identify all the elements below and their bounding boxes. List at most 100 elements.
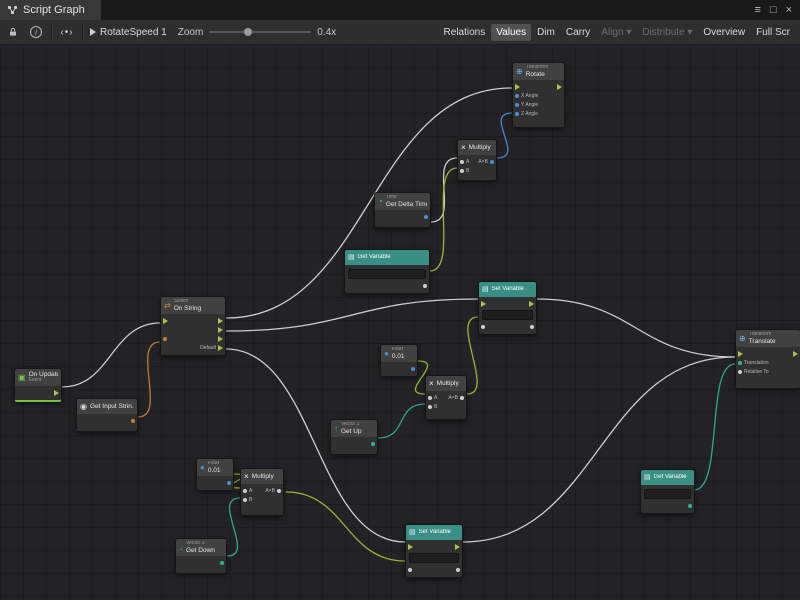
variable-field[interactable] <box>409 553 459 563</box>
output-port[interactable] <box>227 481 231 485</box>
node-translate[interactable]: ⊕TransformTranslateTranslationRelative T… <box>735 329 800 389</box>
port-left: B <box>460 168 469 174</box>
port-right <box>456 568 460 572</box>
port-label: A <box>466 159 469 165</box>
toolbar-button-values[interactable]: Values <box>491 24 531 41</box>
input-port[interactable] <box>515 103 519 107</box>
flow-out-port[interactable] <box>557 84 562 90</box>
flow-in-port[interactable] <box>481 301 486 307</box>
node-set-variable-b[interactable]: ▤Set Variable <box>405 524 463 578</box>
toolbar-button-dim[interactable]: Dim <box>532 24 560 41</box>
graph-canvas[interactable]: ▣On UpdateEvent ◉Get Input Strin... ⇄Switc… <box>0 44 800 600</box>
node-rotate[interactable]: ⊕TransformRotateX AngleY AngleZ Angle <box>512 62 565 128</box>
toolbar-button-group: RelationsValuesDimCarryAlign ▾Distribute… <box>439 24 795 41</box>
flow-in-port[interactable] <box>515 84 520 90</box>
node-multiply-a[interactable]: ×MultiplyAA×BB <box>457 139 497 181</box>
input-port[interactable] <box>460 160 464 164</box>
node-titles: SwitchOn String <box>174 299 201 312</box>
node-set-variable-a[interactable]: ▤Set Variable <box>478 281 537 335</box>
input-port[interactable] <box>428 396 432 400</box>
window-menu-icon[interactable]: ≡ <box>754 5 760 16</box>
wire-setvar-a-to-translate <box>537 299 735 357</box>
input-port[interactable] <box>515 112 519 116</box>
toolbar-button-distribute[interactable]: Distribute ▾ <box>637 24 697 41</box>
input-port[interactable] <box>460 169 464 173</box>
node-get-input-string[interactable]: ◉Get Input Strin... <box>76 398 138 432</box>
window-maximize-icon[interactable]: □ <box>770 5 777 16</box>
output-port[interactable] <box>460 396 464 400</box>
variable-field[interactable] <box>482 310 533 320</box>
node-float-b[interactable]: ●Float0.01 <box>196 458 234 491</box>
tab-script-graph[interactable]: Script Graph <box>0 0 101 20</box>
flow-row <box>15 388 61 397</box>
zoom-slider-track[interactable] <box>209 31 311 33</box>
port-label: A×B <box>265 488 275 494</box>
port-row: Relative To <box>736 367 800 376</box>
port-left: Y Angle <box>515 102 538 108</box>
toolbar-divider <box>82 25 83 40</box>
node-get-down[interactable]: ↓Vector 3Get Down <box>175 538 227 574</box>
node-get-delta-time[interactable]: ◔TimeGet Delta Time <box>374 192 431 228</box>
zoom-slider-handle[interactable] <box>244 28 252 36</box>
node-get-variable-a[interactable]: ▤Get Variable <box>344 249 430 294</box>
gamepad-icon: ◉ <box>80 403 87 411</box>
output-port[interactable] <box>530 325 534 329</box>
flow-in-port[interactable] <box>408 544 413 550</box>
input-port[interactable] <box>408 568 412 572</box>
node-titles: Get Input Strin... <box>90 403 134 410</box>
toolbar-button-carry[interactable]: Carry <box>561 24 595 41</box>
node-multiply-c[interactable]: ×MultiplyAA×BB <box>240 468 284 516</box>
output-port[interactable] <box>131 419 135 423</box>
node-float-a[interactable]: ●Float0.01 <box>380 344 418 377</box>
output-port[interactable] <box>688 504 692 508</box>
flow-out-port[interactable] <box>218 318 223 324</box>
output-port[interactable] <box>220 561 224 565</box>
toolbar-button-fullscreen[interactable]: Full Scr <box>751 24 795 41</box>
toolbar-button-relations[interactable]: Relations <box>439 24 491 41</box>
input-port[interactable] <box>243 498 247 502</box>
window-close-icon[interactable]: × <box>786 5 792 16</box>
output-port[interactable] <box>411 367 415 371</box>
node-get-up[interactable]: ↑Vector 3Get Up <box>330 419 378 455</box>
input-port[interactable] <box>163 337 167 341</box>
flow-out-port[interactable] <box>218 327 223 333</box>
output-port[interactable] <box>490 160 494 164</box>
output-port[interactable] <box>423 284 427 288</box>
input-port[interactable] <box>428 405 432 409</box>
node-switch-on-string[interactable]: ⇄SwitchOn StringDefault <box>160 296 226 356</box>
input-port[interactable] <box>738 361 742 365</box>
input-port[interactable] <box>738 370 742 374</box>
node-on-update[interactable]: ▣On UpdateEvent <box>14 368 62 402</box>
output-port[interactable] <box>456 568 460 572</box>
port-right: A×B <box>265 488 281 494</box>
variable-field[interactable] <box>348 269 426 279</box>
flow-in-port[interactable] <box>738 351 743 357</box>
flow-left <box>163 318 168 324</box>
flow-out-port[interactable] <box>218 345 223 351</box>
flow-out-port[interactable] <box>218 336 223 342</box>
flow-out-port[interactable] <box>529 301 534 307</box>
lock-icon[interactable] <box>5 24 21 40</box>
output-port[interactable] <box>371 442 375 446</box>
node-get-variable-b[interactable]: ▤Get Variable <box>640 469 695 514</box>
flow-in-port[interactable] <box>163 318 168 324</box>
flow-out-port[interactable] <box>455 544 460 550</box>
port-right <box>424 215 428 219</box>
flow-out-port[interactable] <box>54 390 59 396</box>
port-row <box>176 558 226 567</box>
toolbar-button-overview[interactable]: Overview <box>698 24 750 41</box>
zoom-slider[interactable] <box>209 25 311 39</box>
variable-field[interactable] <box>644 489 691 499</box>
node-multiply-b[interactable]: ×MultiplyAA×BB <box>425 375 467 420</box>
input-port[interactable] <box>243 489 247 493</box>
output-port[interactable] <box>277 489 281 493</box>
flow-out-port[interactable] <box>793 351 798 357</box>
graph-name-button[interactable]: RotateSpeed 1 <box>90 27 167 38</box>
input-port[interactable] <box>481 325 485 329</box>
code-view-icon[interactable]: ‹•› <box>59 24 75 40</box>
node-titles: Multiply <box>252 473 274 480</box>
toolbar-button-align[interactable]: Align ▾ <box>596 24 636 41</box>
info-icon[interactable] <box>28 24 44 40</box>
input-port[interactable] <box>515 94 519 98</box>
output-port[interactable] <box>424 215 428 219</box>
